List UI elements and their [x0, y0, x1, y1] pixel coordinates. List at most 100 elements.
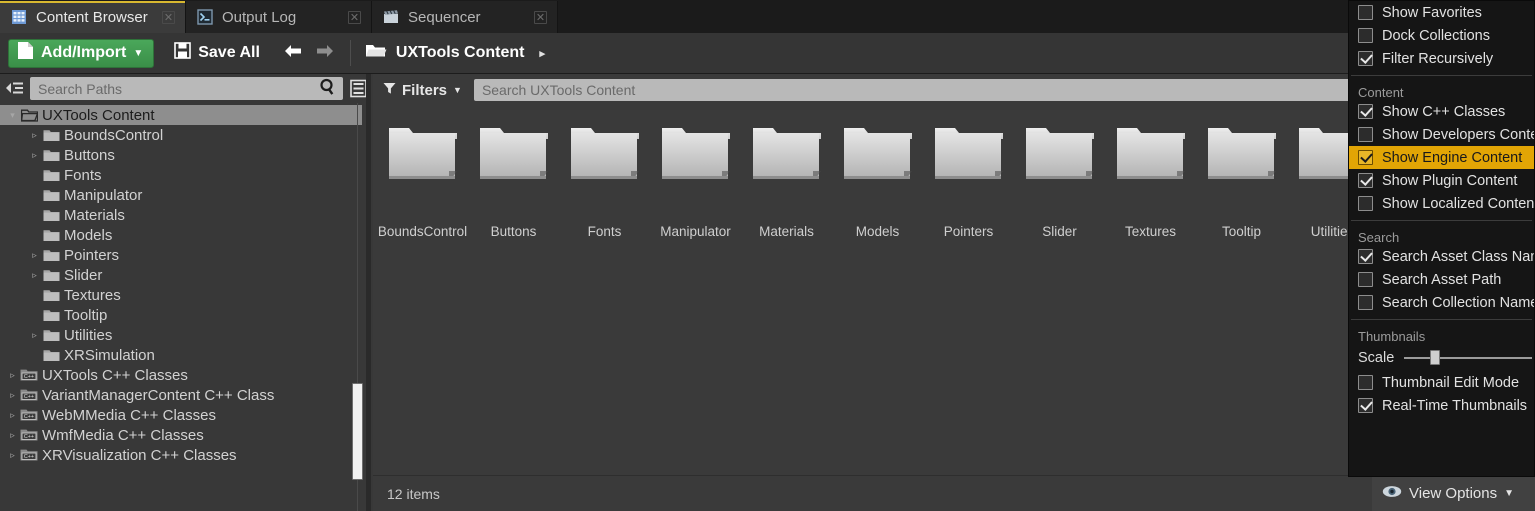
folder-tile-label: Materials: [759, 224, 814, 239]
twisty-icon[interactable]: ▹: [28, 150, 41, 161]
menu-item-search-collection-names[interactable]: Search Collection Names: [1349, 291, 1534, 314]
tree-item-xrvisualization-c++-classes[interactable]: ▹ C++ XRVisualization C++ Classes: [0, 445, 362, 465]
menu-item-search-asset-path[interactable]: Search Asset Path: [1349, 268, 1534, 291]
svg-text:C++: C++: [24, 434, 34, 440]
twisty-icon[interactable]: ▹: [6, 390, 19, 401]
folder-tile[interactable]: Fonts: [559, 120, 650, 239]
menu-item-label: Dock Collections: [1382, 27, 1490, 44]
folder-tile[interactable]: Slider: [1014, 120, 1105, 239]
checkbox-icon[interactable]: [1358, 272, 1373, 287]
checkbox-icon[interactable]: [1358, 196, 1373, 211]
tree-item-slider[interactable]: ▹ Slider: [0, 265, 362, 285]
tree-item-uxtools-c++-classes[interactable]: ▹ C++ UXTools C++ Classes: [0, 365, 362, 385]
twisty-icon[interactable]: ▹: [28, 270, 41, 281]
twisty-icon[interactable]: ▹: [28, 250, 41, 261]
checkbox-icon[interactable]: [1358, 127, 1373, 142]
folder-tile[interactable]: Models: [832, 120, 923, 239]
checkbox-icon[interactable]: [1358, 249, 1373, 264]
folder-thumbnail-icon: [468, 120, 559, 208]
collapse-tree-icon[interactable]: [4, 79, 24, 99]
folder-tile-label: Buttons: [490, 224, 537, 239]
tree-item-variantmanagercontent-c++-class[interactable]: ▹ C++ VariantManagerContent C++ Class: [0, 385, 362, 405]
view-options-bar[interactable]: View Options ▼: [1372, 475, 1535, 511]
tree-item-webmmedia-c++-classes[interactable]: ▹ C++ WebMMedia C++ Classes: [0, 405, 362, 425]
menu-item-search-asset-class-names[interactable]: Search Asset Class Names: [1349, 245, 1534, 268]
view-options-menu[interactable]: Show Favorites Dock Collections Filter Rec…: [1348, 0, 1535, 477]
folder-tree[interactable]: ▾ UXTools Content ▹ BoundsControl ▹ Buttons Fo…: [0, 103, 362, 511]
twisty-icon[interactable]: ▹: [6, 430, 19, 441]
folder-tile[interactable]: Textures: [1105, 120, 1196, 239]
menu-item-dock-collections[interactable]: Dock Collections: [1349, 24, 1534, 47]
filters-button[interactable]: Filters ▼: [379, 82, 466, 99]
twisty-icon[interactable]: ▾: [6, 110, 19, 121]
menu-item-show-developers-content[interactable]: Show Developers Content: [1349, 123, 1534, 146]
checkbox-icon[interactable]: [1358, 104, 1373, 119]
scrollbar-thumb[interactable]: [352, 383, 363, 480]
folder-tile[interactable]: BoundsControl: [377, 120, 468, 239]
folder-tile[interactable]: Pointers: [923, 120, 1014, 239]
tree-item-fonts[interactable]: Fonts: [0, 165, 362, 185]
tree-item-uxtools-content[interactable]: ▾ UXTools Content: [0, 105, 362, 125]
checkbox-icon[interactable]: [1358, 173, 1373, 188]
twisty-icon[interactable]: ▹: [6, 410, 19, 421]
folder-tile-label: Textures: [1124, 224, 1177, 239]
add-import-button[interactable]: Add/Import ▼: [8, 38, 155, 68]
folder-open-icon: [365, 42, 387, 64]
forward-arrow-icon[interactable]: [314, 42, 336, 65]
menu-item-show-engine-content[interactable]: Show Engine Content: [1349, 146, 1534, 169]
tree-item-models[interactable]: Models: [0, 225, 362, 245]
breadcrumb-chevron-icon[interactable]: ▸: [539, 47, 545, 60]
folder-tile-label: Pointers: [943, 224, 994, 239]
thumbnail-scale-slider[interactable]: Scale: [1349, 344, 1534, 371]
checkbox-icon[interactable]: [1358, 375, 1373, 390]
checkbox-icon[interactable]: [1358, 28, 1373, 43]
save-all-button[interactable]: Save All: [164, 39, 270, 68]
tree-item-textures[interactable]: Textures: [0, 285, 362, 305]
menu-item-show-plugin-content[interactable]: Show Plugin Content: [1349, 169, 1534, 192]
checkbox-icon[interactable]: [1358, 51, 1373, 66]
tree-scrollbar[interactable]: [352, 103, 363, 511]
tab-sequencer[interactable]: Sequencer ✕: [372, 1, 558, 33]
folder-tile[interactable]: Tooltip: [1196, 120, 1287, 239]
menu-item-thumbnail-edit-mode[interactable]: Thumbnail Edit Mode: [1349, 371, 1534, 394]
twisty-icon[interactable]: ▹: [6, 370, 19, 381]
back-arrow-icon[interactable]: [282, 42, 304, 65]
checkbox-icon[interactable]: [1358, 150, 1373, 165]
checkbox-icon[interactable]: [1358, 5, 1373, 20]
checkbox-icon[interactable]: [1358, 398, 1373, 413]
close-icon[interactable]: ✕: [534, 10, 547, 24]
search-paths-input[interactable]: Search Paths: [30, 77, 343, 100]
menu-item-real-time-thumbnails[interactable]: Real-Time Thumbnails: [1349, 394, 1534, 417]
twisty-icon[interactable]: ▹: [6, 450, 19, 461]
tab-content-browser[interactable]: Content Browser ✕: [0, 1, 186, 33]
breadcrumb[interactable]: UXTools Content ▸: [365, 42, 545, 64]
menu-item-show-localized-content[interactable]: Show Localized Content: [1349, 192, 1534, 215]
slider-knob[interactable]: [1430, 350, 1441, 365]
tree-item-xrsimulation[interactable]: XRSimulation: [0, 345, 362, 365]
twisty-icon[interactable]: ▹: [28, 130, 41, 141]
svg-text:C++: C++: [24, 454, 34, 460]
tree-item-tooltip[interactable]: Tooltip: [0, 305, 362, 325]
folder-tile[interactable]: Materials: [741, 120, 832, 239]
tree-item-manipulator[interactable]: Manipulator: [0, 185, 362, 205]
tree-item-buttons[interactable]: ▹ Buttons: [0, 145, 362, 165]
tab-output-log[interactable]: Output Log ✕: [186, 1, 372, 33]
tree-item-materials[interactable]: Materials: [0, 205, 362, 225]
tree-item-wmfmedia-c++-classes[interactable]: ▹ C++ WmfMedia C++ Classes: [0, 425, 362, 445]
tree-item-utilities[interactable]: ▹ Utilities: [0, 325, 362, 345]
item-count-label: 12 items: [387, 485, 440, 502]
checkbox-icon[interactable]: [1358, 295, 1373, 310]
close-icon[interactable]: ✕: [348, 10, 361, 24]
menu-item-label: Search Collection Names: [1382, 294, 1535, 311]
menu-item-show-favorites[interactable]: Show Favorites: [1349, 1, 1534, 24]
folder-tile[interactable]: Manipulator: [650, 120, 741, 239]
tree-item-pointers[interactable]: ▹ Pointers: [0, 245, 362, 265]
folder-tile[interactable]: Buttons: [468, 120, 559, 239]
twisty-icon[interactable]: ▹: [28, 330, 41, 341]
close-icon[interactable]: ✕: [162, 10, 175, 24]
menu-item-filter-recursively[interactable]: Filter Recursively: [1349, 47, 1534, 70]
slider-track[interactable]: [1404, 350, 1532, 365]
tree-item-boundscontrol[interactable]: ▹ BoundsControl: [0, 125, 362, 145]
panel-splitter[interactable]: [366, 74, 371, 511]
menu-item-show-c++-classes[interactable]: Show C++ Classes: [1349, 100, 1534, 123]
